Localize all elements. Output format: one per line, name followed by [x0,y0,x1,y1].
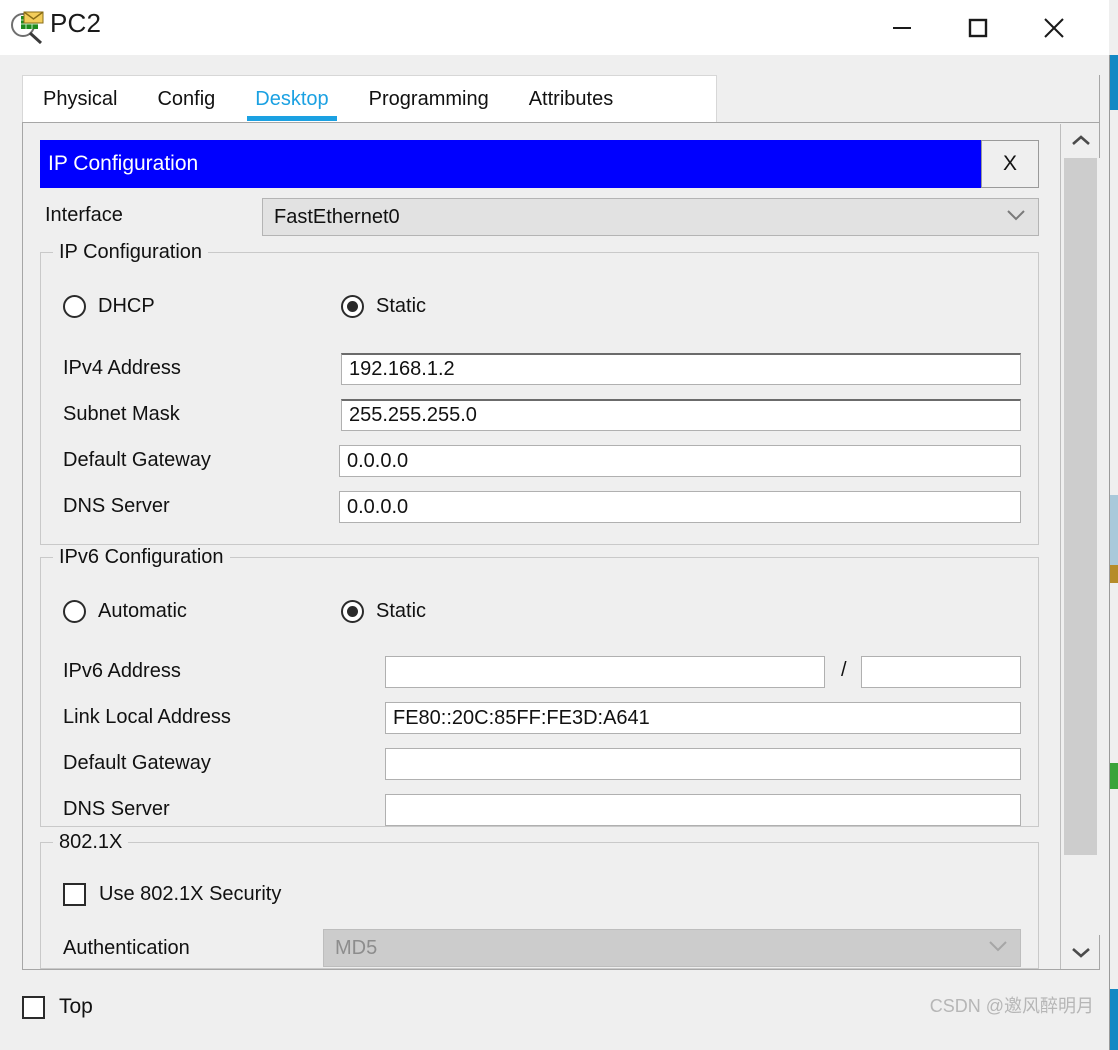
chevron-down-icon [1006,208,1026,226]
ipv6-prefix-separator: / [841,659,847,681]
maximize-icon [968,18,988,37]
subnet-mask-input[interactable]: 255.255.255.0 [341,399,1021,431]
use-dot1x-security-checkbox[interactable]: Use 802.1X Security [63,883,281,906]
tab-config[interactable]: Config [137,76,235,124]
tab-desktop[interactable]: Desktop [235,76,348,124]
ipv4-address-label: IPv4 Address [63,357,181,379]
dot1x-authentication-select[interactable]: MD5 [323,929,1021,967]
background-app-strip [1109,55,1118,1050]
chevron-down-icon [1071,948,1090,958]
ipv6-dns-server-input[interactable] [385,794,1021,826]
ipv4-address-row: IPv4 Address 192.168.1.2 [41,353,1038,385]
dot1x-authentication-label: Authentication [63,937,190,959]
ipv4-mode-dhcp-label: DHCP [98,295,155,317]
ipv6-default-gateway-input[interactable] [385,748,1021,780]
ipv6-address-input[interactable] [385,656,825,688]
ipv4-address-value: 192.168.1.2 [349,358,455,380]
inspect-packet-icon [10,10,46,45]
tab-attributes[interactable]: Attributes [509,76,633,124]
radio-circle-icon [63,600,86,623]
ipv6-prefix-length-input[interactable] [861,656,1021,688]
use-dot1x-security-label: Use 802.1X Security [99,883,282,905]
ipv6-dns-server-row: DNS Server [41,794,1038,826]
chevron-down-icon [988,939,1008,957]
top-checkbox-label: Top [59,995,93,1018]
title-bar: PC2 [0,0,1109,55]
ipv4-default-gateway-value: 0.0.0.0 [347,449,409,472]
interface-label: Interface [45,204,123,226]
ipv6-group-legend: IPv6 Configuration [53,546,230,569]
scrollbar-track[interactable] [1061,158,1100,935]
ipv6-mode-static-radio[interactable]: Static [341,600,426,623]
checkbox-square-icon [63,883,86,906]
scrollbar-thumb[interactable] [1064,158,1097,855]
checkbox-square-icon [22,995,45,1019]
close-button[interactable] [1019,0,1089,55]
subnet-mask-label: Subnet Mask [63,403,180,425]
radio-circle-icon [63,295,86,318]
dot1x-group: 802.1X Use 802.1X Security Authenticatio… [40,831,1039,969]
ipv6-dns-server-label: DNS Server [63,798,170,820]
tab-programming[interactable]: Programming [349,76,509,124]
pc-config-window: PC2 Physical Config Desktop Programming Attr… [0,0,1118,1050]
ipv4-configuration-group: IP Configuration DHCP Static IPv4 Addres… [40,241,1039,545]
link-local-address-value: FE80::20C:85FF:FE3D:A641 [393,706,650,729]
ipv6-mode-automatic-radio[interactable]: Automatic [63,600,187,623]
dialog-close-button[interactable]: X [981,140,1039,188]
radio-circle-icon [341,600,364,623]
link-local-address-row: Link Local Address FE80::20C:85FF:FE3D:A… [41,702,1038,734]
chevron-up-icon [1071,135,1090,145]
scroll-down-button[interactable] [1061,935,1100,969]
ipv4-mode-static-label: Static [376,295,427,317]
ipv4-dns-server-label: DNS Server [63,495,170,517]
minimize-icon [893,26,911,29]
dialog-title: IP Configuration [48,152,199,175]
ip-configuration-dialog: IP Configuration X Interface FastEtherne… [23,124,1055,969]
link-local-address-input[interactable]: FE80::20C:85FF:FE3D:A641 [385,702,1021,734]
subnet-mask-value: 255.255.255.0 [349,404,477,426]
link-local-address-label: Link Local Address [63,706,231,728]
subnet-mask-row: Subnet Mask 255.255.255.0 [41,399,1038,431]
ipv4-mode-static-radio[interactable]: Static [341,295,426,318]
interface-selected-value: FastEthernet0 [274,205,400,228]
dot1x-group-legend: 802.1X [53,831,129,854]
maximize-button[interactable] [943,0,1013,55]
dot1x-authentication-row: Authentication MD5 [41,929,1038,967]
ipv4-group-legend: IP Configuration [53,241,209,264]
interface-select[interactable]: FastEthernet0 [262,198,1039,236]
ipv4-default-gateway-label: Default Gateway [63,449,211,471]
top-checkbox[interactable]: Top [22,995,93,1019]
window-title: PC2 [50,8,102,38]
watermark-text: CSDN @邀风醉明月 [929,996,1094,1016]
ipv6-default-gateway-label: Default Gateway [63,752,211,774]
dot1x-authentication-value: MD5 [335,936,378,959]
scroll-up-button[interactable] [1061,124,1100,158]
ipv6-mode-static-label: Static [376,600,427,622]
ipv6-address-label: IPv6 Address [63,660,181,682]
tab-strip-underline [22,122,1100,123]
interface-row: Interface FastEthernet0 [40,198,1039,236]
ipv4-dns-server-input[interactable]: 0.0.0.0 [339,491,1021,523]
ipv4-default-gateway-input[interactable]: 0.0.0.0 [339,445,1021,477]
ipv4-mode-dhcp-radio[interactable]: DHCP [63,295,155,318]
ipv6-configuration-group: IPv6 Configuration Automatic Static IPv6… [40,546,1039,827]
ipv6-address-row: IPv6 Address / [41,656,1038,688]
dialog-header: IP Configuration X [40,140,1039,188]
ipv4-default-gateway-row: Default Gateway 0.0.0.0 [41,445,1038,477]
tab-physical[interactable]: Physical [23,76,137,124]
footer: Top CSDN @邀风醉明月 [0,970,1118,1050]
tab-strip: Physical Config Desktop Programming Attribut… [22,75,717,123]
ipv6-default-gateway-row: Default Gateway [41,748,1038,780]
ipv4-address-input[interactable]: 192.168.1.2 [341,353,1021,385]
close-icon [1044,17,1064,38]
ipv4-dns-server-value: 0.0.0.0 [347,495,409,518]
vertical-scrollbar[interactable] [1060,124,1100,969]
ipv4-dns-server-row: DNS Server 0.0.0.0 [41,491,1038,523]
ipv6-mode-automatic-label: Automatic [98,600,187,622]
dialog-scroll-area: IP Configuration X Interface FastEtherne… [23,124,1099,969]
minimize-button[interactable] [867,0,937,55]
radio-circle-icon [341,295,364,318]
